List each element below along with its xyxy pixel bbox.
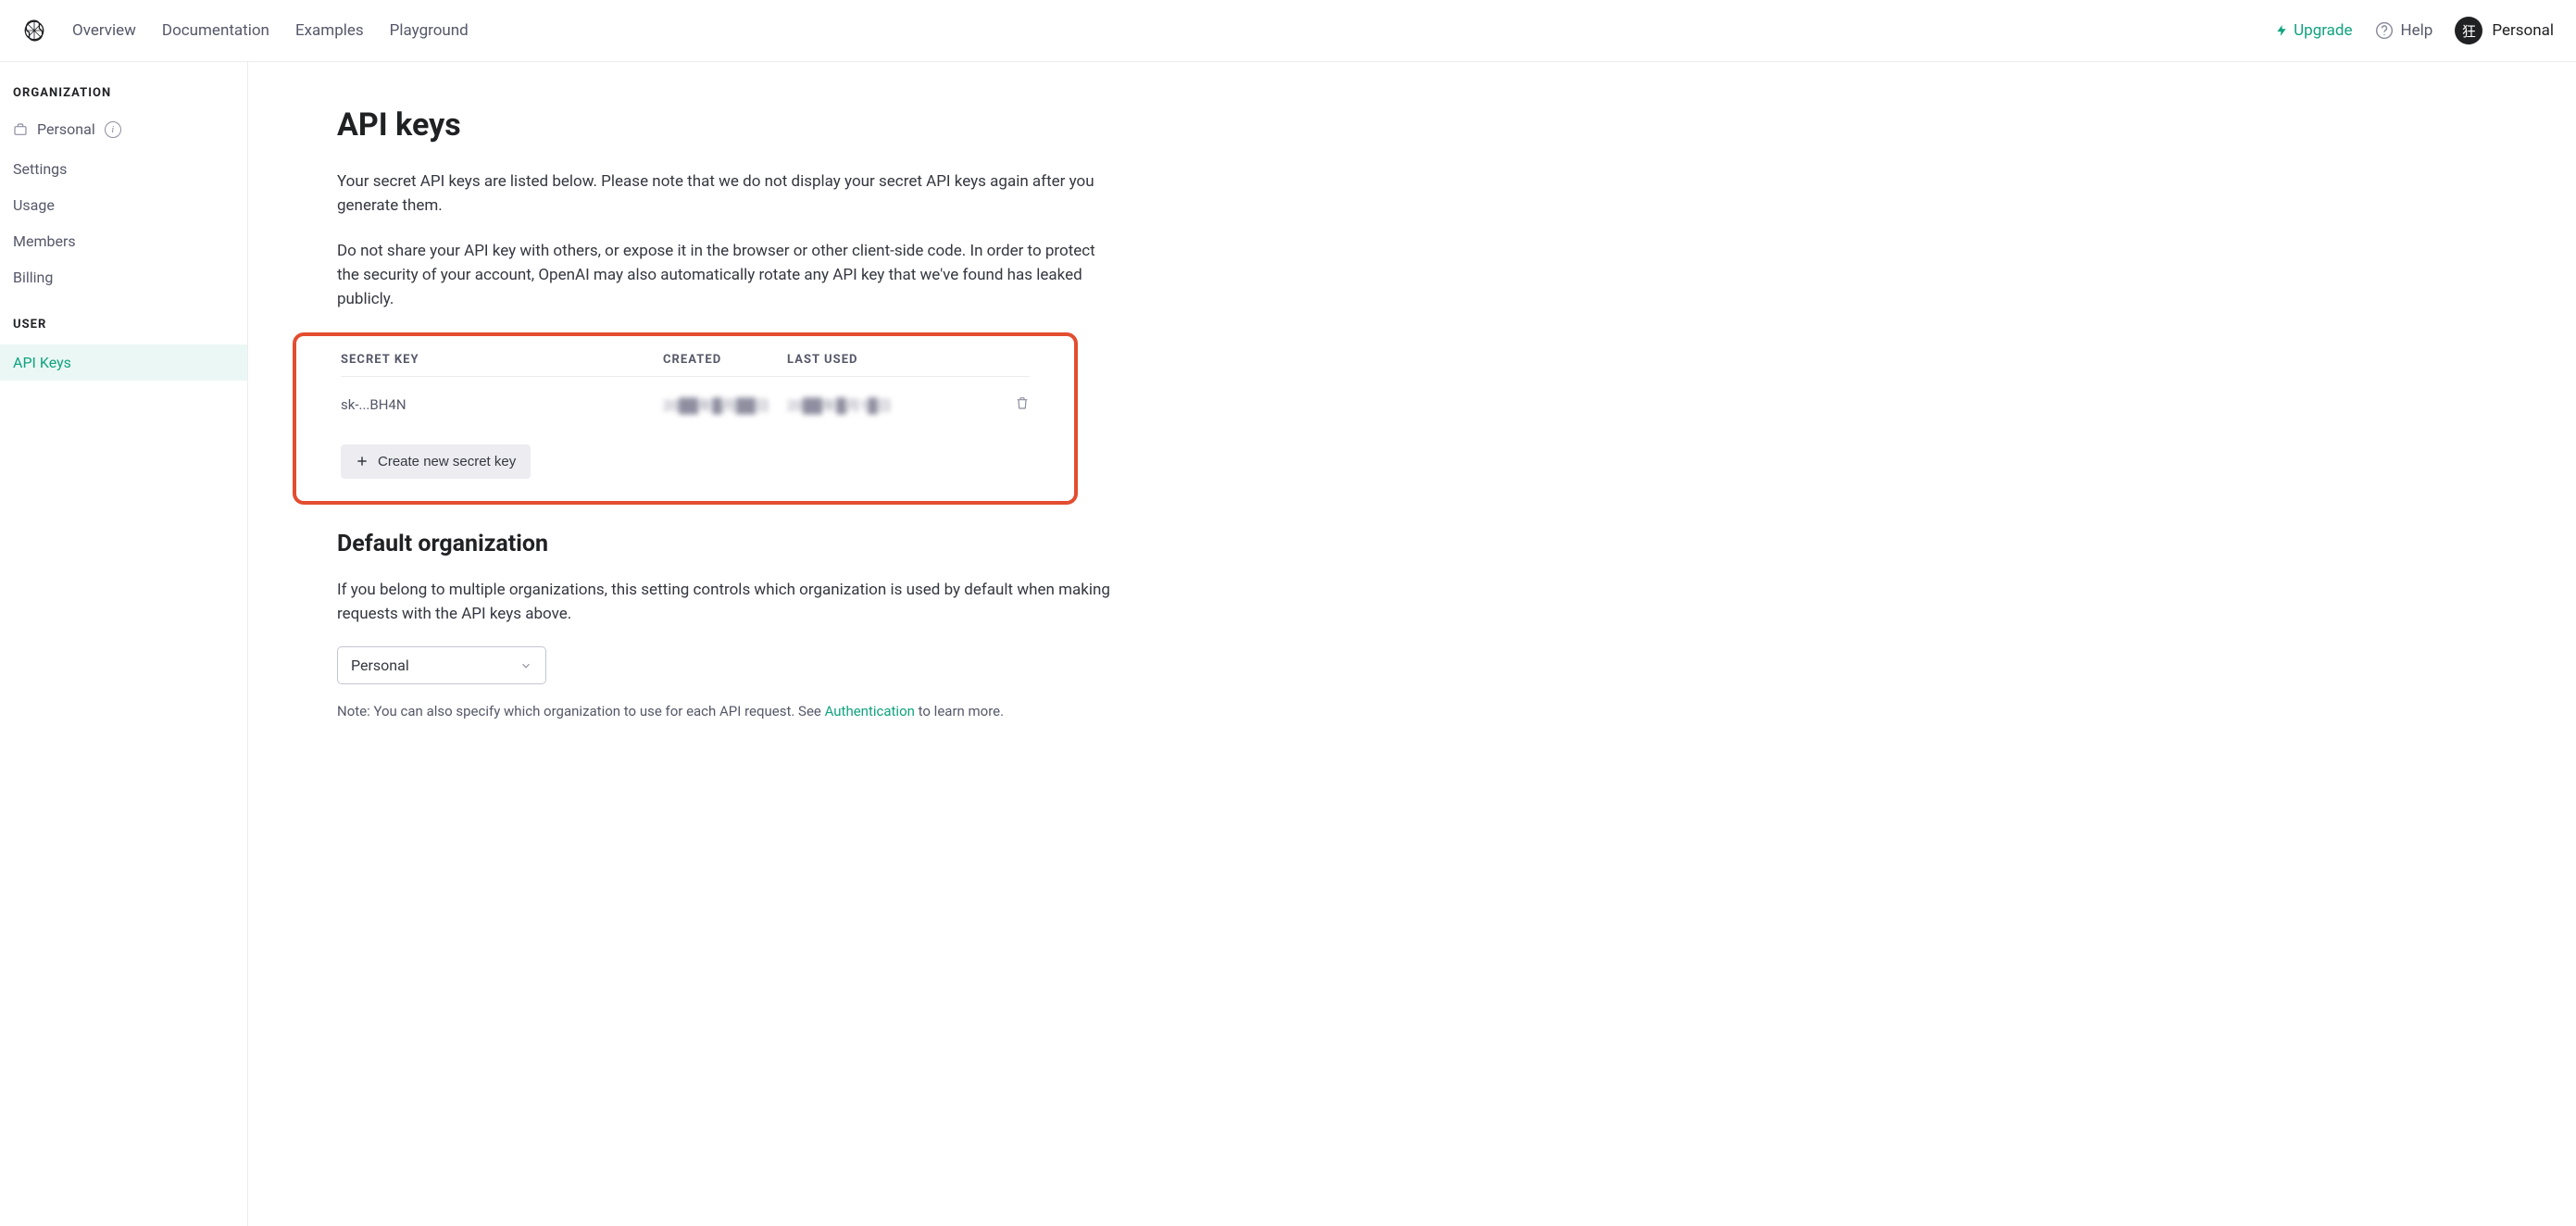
nav-playground[interactable]: Playground xyxy=(390,21,469,40)
info-icon[interactable]: i xyxy=(105,121,121,138)
topbar-right: Upgrade Help 狂 Personal xyxy=(2275,17,2554,44)
main-content: API keys Your secret API keys are listed… xyxy=(248,62,1119,1226)
help-icon xyxy=(2375,21,2394,40)
sidebar-user-title: USER xyxy=(0,318,247,344)
authentication-link[interactable]: Authentication xyxy=(825,703,915,719)
upgrade-link[interactable]: Upgrade xyxy=(2275,21,2352,40)
nav-links: Overview Documentation Examples Playgrou… xyxy=(72,21,469,40)
sidebar-personal-label: Personal xyxy=(37,120,95,138)
sidebar-settings[interactable]: Settings xyxy=(0,151,247,187)
delete-key-button[interactable] xyxy=(1015,397,1030,414)
nav-documentation[interactable]: Documentation xyxy=(162,21,269,40)
cell-created: 20██年█月██日 xyxy=(663,395,787,415)
sidebar: ORGANIZATION Personal i Settings Usage M… xyxy=(0,62,248,1226)
sidebar-billing[interactable]: Billing xyxy=(0,259,247,295)
avatar: 狂 xyxy=(2455,17,2482,44)
default-org-para: If you belong to multiple organizations,… xyxy=(337,578,1115,627)
sidebar-members[interactable]: Members xyxy=(0,223,247,259)
topbar-left: Overview Documentation Examples Playgrou… xyxy=(22,19,469,43)
openai-logo-icon[interactable] xyxy=(22,19,46,43)
intro-para-2: Do not share your API key with others, o… xyxy=(337,239,1115,312)
nav-overview[interactable]: Overview xyxy=(72,21,136,40)
lightning-icon xyxy=(2275,24,2288,37)
layout: ORGANIZATION Personal i Settings Usage M… xyxy=(0,62,2576,1226)
account-label: Personal xyxy=(2492,21,2554,40)
upgrade-label: Upgrade xyxy=(2294,21,2352,40)
help-label: Help xyxy=(2401,21,2433,40)
nav-examples[interactable]: Examples xyxy=(295,21,364,40)
plus-icon xyxy=(356,455,369,468)
org-select-value: Personal xyxy=(351,657,409,674)
chevron-down-icon xyxy=(519,659,532,672)
sidebar-org-title: ORGANIZATION xyxy=(0,86,247,113)
trash-icon xyxy=(1015,395,1030,410)
keys-table-header: SECRET KEY CREATED LAST USED xyxy=(341,353,1030,377)
default-org-title: Default organization xyxy=(337,531,1119,557)
cell-secret-key: sk-...BH4N xyxy=(341,396,663,413)
org-select[interactable]: Personal xyxy=(337,646,546,684)
col-last-used: LAST USED xyxy=(787,353,933,367)
col-secret-key: SECRET KEY xyxy=(341,353,663,367)
sidebar-api-keys[interactable]: API Keys xyxy=(0,344,247,381)
intro-para-1: Your secret API keys are listed below. P… xyxy=(337,169,1115,219)
page-title: API keys xyxy=(337,106,1119,144)
create-key-label: Create new secret key xyxy=(378,454,516,469)
briefcase-icon xyxy=(13,122,28,137)
topbar: Overview Documentation Examples Playgrou… xyxy=(0,0,2576,62)
sidebar-usage[interactable]: Usage xyxy=(0,187,247,223)
table-row: sk-...BH4N 20██年█月██日 20██年█月1█日 xyxy=(341,377,1030,437)
col-created: CREATED xyxy=(663,353,787,367)
account-menu[interactable]: 狂 Personal xyxy=(2455,17,2554,44)
sidebar-personal[interactable]: Personal i xyxy=(0,113,247,151)
help-link[interactable]: Help xyxy=(2375,21,2433,40)
create-secret-key-button[interactable]: Create new secret key xyxy=(341,444,531,479)
keys-table: SECRET KEY CREATED LAST USED sk-...BH4N … xyxy=(341,353,1030,437)
note-text: Note: You can also specify which organiz… xyxy=(337,703,1119,719)
keys-highlight-box: SECRET KEY CREATED LAST USED sk-...BH4N … xyxy=(293,332,1078,505)
cell-last-used: 20██年█月1█日 xyxy=(787,395,933,415)
